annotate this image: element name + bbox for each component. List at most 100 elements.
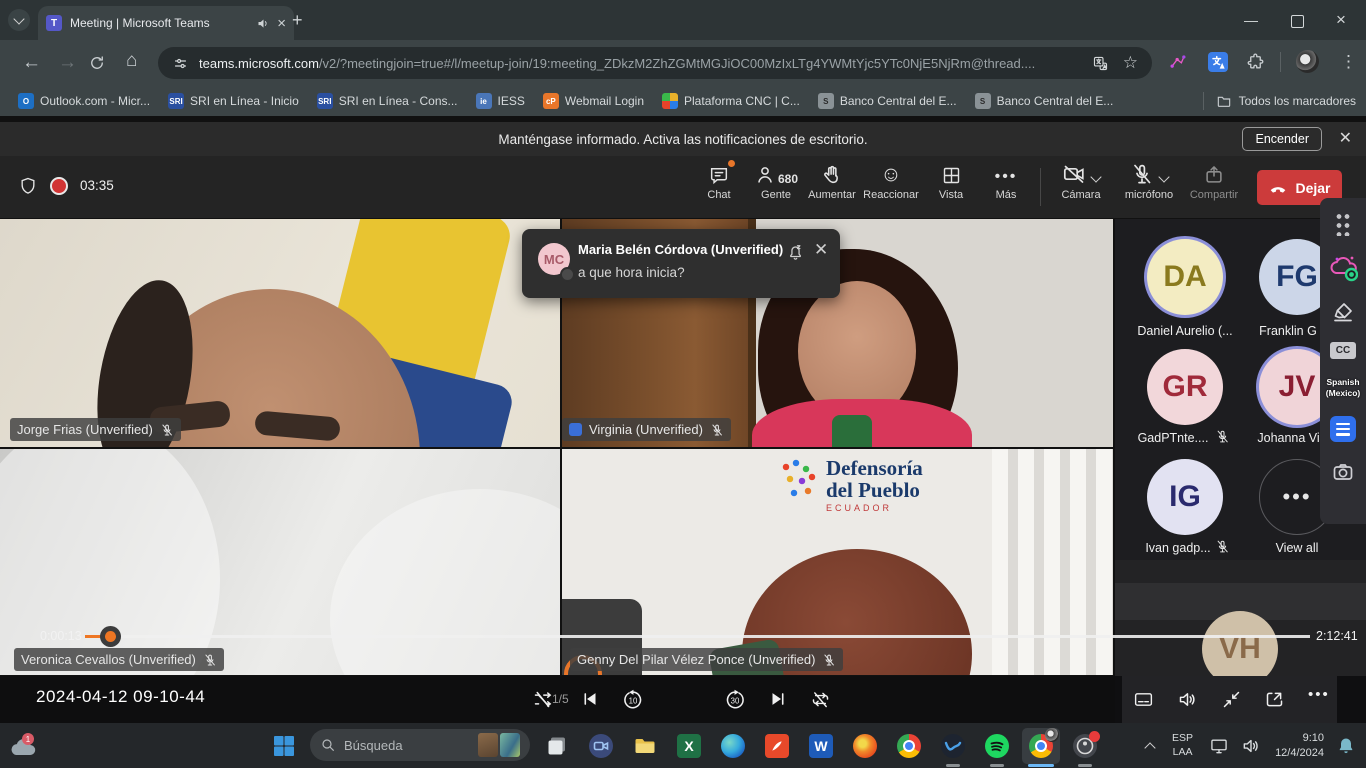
- seek-handle[interactable]: [100, 626, 121, 647]
- video-tile-genny[interactable]: Defensoríadel Pueblo ECUADOR: [562, 449, 1113, 675]
- weather-widget[interactable]: 1: [8, 731, 38, 761]
- excel-icon[interactable]: X: [677, 734, 701, 758]
- bookmark-item[interactable]: cPWebmail Login: [543, 93, 644, 109]
- address-bar[interactable]: teams.microsoft.com/v2/?meetingjoin=true…: [158, 47, 1152, 79]
- teams-app-icon[interactable]: [589, 734, 613, 758]
- camera-options-chevron-icon[interactable]: [1090, 171, 1101, 182]
- notification-bell-icon[interactable]: [1336, 736, 1356, 756]
- volume-tray-icon[interactable]: [1241, 736, 1261, 756]
- chrome-active-icon[interactable]: [1029, 734, 1053, 758]
- avatar[interactable]: IG: [1147, 459, 1223, 535]
- bookmark-item[interactable]: ieIESS: [476, 93, 525, 109]
- rewind-10-icon[interactable]: 10: [622, 689, 644, 711]
- webex-icon[interactable]: [941, 734, 965, 758]
- translate-page-icon[interactable]: [1092, 55, 1109, 72]
- player-more-icon[interactable]: •••: [1308, 686, 1330, 703]
- extensions-puzzle-icon[interactable]: [1246, 52, 1265, 71]
- edge-icon[interactable]: [721, 734, 745, 758]
- volume-icon[interactable]: [1177, 689, 1198, 710]
- highlighter-icon[interactable]: [1331, 300, 1355, 324]
- microphone-button[interactable]: micrófono: [1121, 162, 1177, 201]
- cast-monitor-icon[interactable]: [1209, 736, 1229, 756]
- notification-close-icon[interactable]: ✕: [1339, 128, 1352, 148]
- site-info-icon[interactable]: [172, 55, 189, 72]
- participant-label-veronica: Veronica Cevallos (Unverified): [14, 648, 224, 671]
- tray-chevron-up-icon[interactable]: [1144, 742, 1155, 753]
- reload-button[interactable]: [88, 54, 106, 72]
- previous-track-icon[interactable]: [580, 689, 600, 709]
- window-close-button[interactable]: ×: [1336, 10, 1346, 30]
- bookmark-item[interactable]: Plataforma CNC | C...: [662, 93, 800, 109]
- back-button[interactable]: ←: [22, 52, 41, 74]
- task-view-button[interactable]: [545, 734, 569, 758]
- bookmark-item[interactable]: OOutlook.com - Micr...: [18, 93, 150, 109]
- active-running-indicator: [1028, 764, 1054, 767]
- shuffle-off-icon[interactable]: [532, 689, 553, 710]
- people-button[interactable]: 680 Gente: [748, 162, 804, 201]
- collapse-player-icon[interactable]: [1221, 689, 1242, 710]
- recorder-extension-icon[interactable]: [1328, 254, 1358, 282]
- more-button[interactable]: ••• Más: [978, 162, 1034, 201]
- taskbar-search[interactable]: Búsqueda: [310, 729, 530, 761]
- extension-pink-icon[interactable]: [1168, 52, 1188, 72]
- chat-notification-popup[interactable]: MC Maria Belén Córdova (Unverified) a qu…: [522, 229, 840, 298]
- clock[interactable]: 9:1012/4/2024: [1275, 731, 1324, 760]
- browser-menu-kebab-icon[interactable]: ⋮: [1340, 51, 1357, 73]
- subtitles-icon[interactable]: [1133, 689, 1154, 710]
- extension-translate-icon[interactable]: [1208, 52, 1228, 72]
- screenshot-camera-icon[interactable]: [1331, 460, 1355, 484]
- obs-icon[interactable]: [1073, 734, 1097, 758]
- tab-search-button[interactable]: [8, 9, 30, 31]
- word-icon[interactable]: W: [809, 734, 833, 758]
- bookmark-item[interactable]: SRISRI en Línea - Inicio: [168, 93, 299, 109]
- bookmark-star-icon[interactable]: ☆: [1123, 53, 1138, 73]
- view-button[interactable]: Vista: [923, 162, 979, 201]
- tab-close-icon[interactable]: ×: [277, 15, 286, 32]
- mute-notifications-icon[interactable]: [786, 243, 805, 262]
- spotify-icon[interactable]: [985, 734, 1009, 758]
- teams-favicon: T: [46, 15, 62, 31]
- video-tile-jorge[interactable]: [0, 219, 560, 447]
- window-minimize-button[interactable]: —: [1244, 12, 1258, 28]
- all-bookmarks-button[interactable]: Todos los marcadores: [1216, 93, 1356, 109]
- bookmark-item[interactable]: SBanco Central del E...: [975, 93, 1114, 109]
- video-tile-veronica[interactable]: [0, 449, 560, 675]
- firefox-icon[interactable]: [853, 734, 877, 758]
- extension-avatar-icon[interactable]: [1296, 50, 1319, 73]
- extension-badge: [1045, 728, 1059, 742]
- forward-30-icon[interactable]: 30: [724, 689, 746, 711]
- repeat-off-icon[interactable]: [810, 689, 831, 710]
- window-maximize-button[interactable]: [1291, 15, 1304, 28]
- chrome-icon[interactable]: [897, 734, 921, 758]
- pdf-app-icon[interactable]: [765, 734, 789, 758]
- bookmark-item[interactable]: SRISRI en Línea - Cons...: [317, 93, 458, 109]
- start-button[interactable]: [272, 734, 296, 758]
- seek-bar[interactable]: [85, 635, 1310, 638]
- captions-cc-icon[interactable]: CC: [1330, 342, 1356, 359]
- avatar[interactable]: DA: [1147, 239, 1223, 315]
- tab-audio-icon[interactable]: [256, 16, 271, 31]
- enable-notifications-button[interactable]: Encender: [1242, 127, 1322, 151]
- raise-hand-button[interactable]: Aumentar: [804, 162, 860, 201]
- home-button[interactable]: ⌂: [126, 50, 137, 72]
- svg-text:30: 30: [731, 697, 740, 706]
- language-indicator[interactable]: ESPLAA: [1172, 732, 1193, 758]
- forward-button[interactable]: →: [58, 52, 77, 74]
- drag-handle-icon[interactable]: [1335, 212, 1351, 236]
- browser-tab[interactable]: T Meeting | Microsoft Teams ×: [38, 6, 294, 40]
- pop-out-icon[interactable]: [1264, 689, 1285, 710]
- next-track-icon[interactable]: [768, 689, 788, 709]
- file-explorer-icon[interactable]: [633, 734, 657, 758]
- notes-extension-icon[interactable]: [1330, 416, 1356, 442]
- react-button[interactable]: ☺ Reaccionar: [863, 162, 919, 201]
- chat-button[interactable]: Chat: [691, 162, 747, 201]
- mic-options-chevron-icon[interactable]: [1158, 171, 1169, 182]
- popup-close-icon[interactable]: ✕: [814, 240, 828, 260]
- camera-button[interactable]: Cámara: [1053, 162, 1109, 201]
- new-tab-button[interactable]: +: [292, 10, 303, 30]
- sri-icon: SRI: [168, 93, 184, 109]
- toolbar-divider: [1040, 168, 1041, 206]
- caption-language-label[interactable]: Spanish (Mexico): [1320, 377, 1366, 398]
- avatar[interactable]: GR: [1147, 349, 1223, 425]
- bookmark-item[interactable]: SBanco Central del E...: [818, 93, 957, 109]
